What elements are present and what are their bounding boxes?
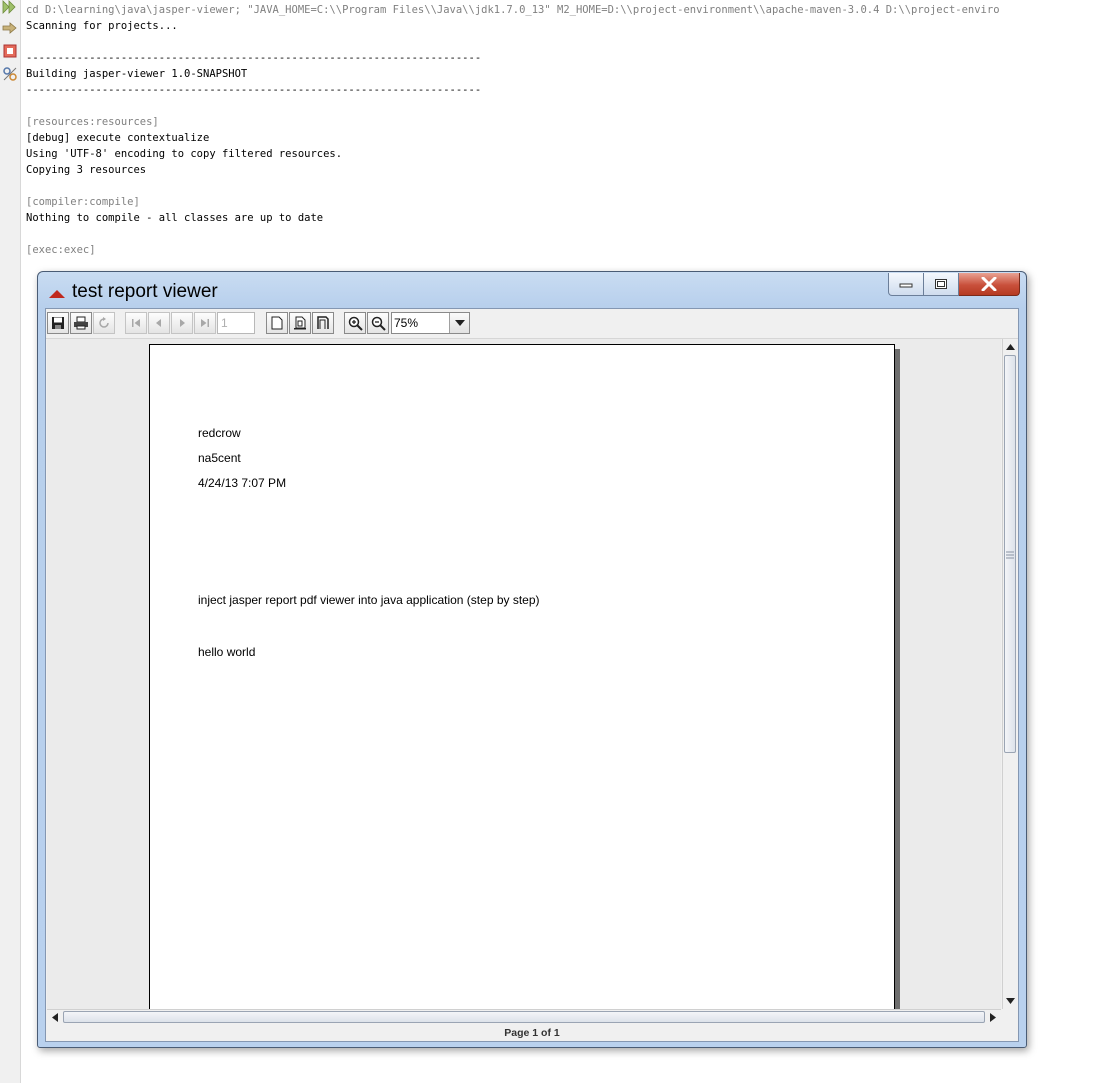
close-button[interactable] (959, 273, 1020, 296)
console-line: cd D:\learning\java\jasper-viewer; "JAVA… (26, 4, 1000, 16)
print-icon (74, 316, 88, 330)
zoom-in-button[interactable] (344, 312, 366, 334)
console-line: Copying 3 resources (26, 164, 147, 176)
rerun-arrow-icon[interactable] (2, 21, 18, 37)
report-heading: inject jasper report pdf viewer into jav… (198, 593, 540, 607)
zoom-in-icon (348, 316, 363, 331)
console-line: [compiler:compile] (26, 196, 140, 208)
minimize-button[interactable] (888, 273, 924, 296)
scroll-right-icon[interactable] (986, 1010, 1000, 1024)
save-button[interactable] (47, 312, 69, 334)
console-line: Using 'UTF-8' encoding to copy filtered … (26, 148, 343, 160)
page-status: Page 1 of 1 (504, 1027, 560, 1039)
rerun-icon[interactable] (2, 0, 18, 16)
title-bar[interactable]: test report viewer (38, 272, 1026, 308)
report-page: redcrow na5cent 4/24/13 7:07 PM inject j… (149, 344, 895, 1009)
fit-width-icon (317, 316, 329, 329)
actual-size-icon (271, 316, 283, 330)
console-line: Building jasper-viewer 1.0-SNAPSHOT (26, 68, 248, 80)
maximize-icon (935, 279, 947, 289)
report-user: na5cent (198, 451, 241, 465)
vertical-scroll-thumb[interactable] (1004, 355, 1016, 753)
console-line: ----------------------------------------… (26, 84, 482, 96)
fit-width-button[interactable] (312, 312, 334, 334)
vertical-scrollbar[interactable] (1002, 339, 1018, 1009)
output-gutter (0, 0, 21, 1083)
viewer-toolbar: 1 75% (46, 309, 1018, 339)
scroll-down-icon[interactable] (1003, 994, 1017, 1008)
console-line: Nothing to compile - all classes are up … (26, 212, 324, 224)
fit-page-icon (294, 316, 306, 330)
report-author: redcrow (198, 426, 241, 440)
horizontal-scrollbar[interactable] (47, 1009, 1001, 1025)
print-button[interactable] (70, 312, 92, 334)
next-page-button[interactable] (171, 312, 193, 334)
maximize-button[interactable] (924, 273, 959, 296)
console-output: cd D:\learning\java\jasper-viewer; "JAVA… (26, 2, 1105, 262)
report-viewer-window: test report viewer 1 75% redcrow na5cent… (37, 271, 1027, 1048)
page-number-input[interactable]: 1 (217, 312, 255, 334)
minimize-icon (899, 283, 913, 288)
last-page-button[interactable] (194, 312, 216, 334)
settings-icon[interactable] (2, 66, 18, 82)
zoom-out-button[interactable] (367, 312, 389, 334)
zoom-select[interactable]: 75% (391, 312, 470, 334)
viewer-panel: 1 75% redcrow na5cent 4/24/13 7:07 PM in… (45, 308, 1019, 1042)
first-page-button[interactable] (125, 312, 147, 334)
zoom-value: 75% (394, 316, 419, 330)
next-page-icon (180, 319, 185, 327)
console-line: [debug] execute contextualize (26, 132, 210, 144)
scroll-left-icon[interactable] (48, 1010, 62, 1024)
console-line: [exec:exec] (26, 244, 96, 256)
zoom-out-icon (371, 316, 386, 331)
reload-button[interactable] (93, 312, 115, 334)
console-line: ----------------------------------------… (26, 52, 482, 64)
previous-page-icon (156, 319, 161, 327)
console-line: Scanning for projects... (26, 20, 178, 32)
fit-page-button[interactable] (289, 312, 311, 334)
chevron-down-icon[interactable] (449, 313, 469, 333)
horizontal-scroll-thumb[interactable] (63, 1011, 985, 1023)
save-icon (52, 317, 64, 329)
report-viewport[interactable]: redcrow na5cent 4/24/13 7:07 PM inject j… (47, 339, 1001, 1009)
scroll-up-icon[interactable] (1003, 340, 1017, 354)
app-icon (48, 286, 66, 304)
report-datetime: 4/24/13 7:07 PM (198, 476, 287, 490)
stop-icon[interactable] (2, 43, 18, 59)
actual-size-button[interactable] (266, 312, 288, 334)
last-page-icon (201, 319, 209, 327)
reload-icon (99, 317, 109, 328)
console-line: [resources:resources] (26, 116, 159, 128)
first-page-icon (132, 319, 140, 327)
report-body: hello world (198, 645, 256, 659)
window-title: test report viewer (72, 281, 218, 302)
close-icon (981, 277, 997, 291)
previous-page-button[interactable] (148, 312, 170, 334)
